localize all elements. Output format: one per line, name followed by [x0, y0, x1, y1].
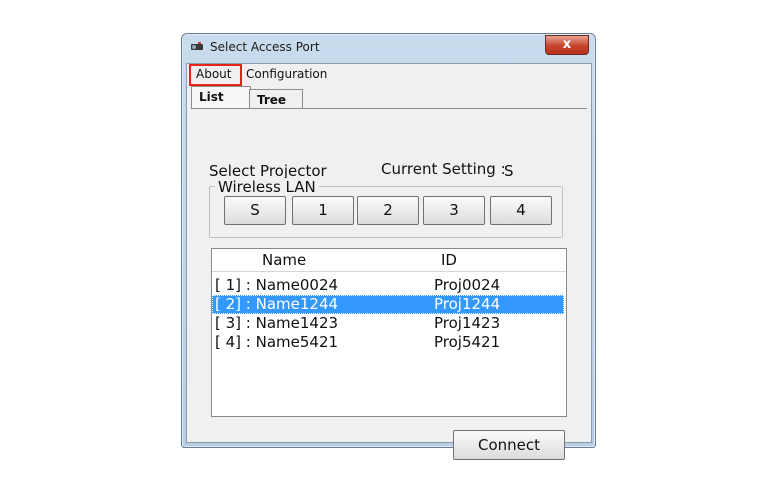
tab-list[interactable]: List: [191, 86, 251, 109]
connect-button[interactable]: Connect: [453, 430, 565, 460]
tab-list-label: List: [199, 90, 224, 104]
row-name: [ 3] : Name1423: [215, 314, 339, 332]
select-access-port-window: Select Access Port x About Configuration…: [181, 33, 596, 460]
column-header-name[interactable]: Name: [262, 251, 306, 269]
window-title: Select Access Port: [210, 40, 320, 54]
port-button-s[interactable]: S: [224, 196, 286, 225]
client-area: About Configuration List Tree Select Pro…: [186, 63, 592, 460]
row-name: [ 4] : Name5421: [215, 333, 339, 351]
projector-icon: [191, 42, 203, 50]
row-id: Proj1423: [434, 314, 501, 332]
list-row[interactable]: [ 1] : Name0024 Proj0024: [212, 276, 564, 295]
row-name: [ 1] : Name0024: [215, 276, 339, 294]
list-row[interactable]: [ 3] : Name1423 Proj1423: [212, 314, 564, 333]
port-button-2[interactable]: 2: [357, 196, 419, 225]
port-button-3[interactable]: 3: [423, 196, 485, 225]
menu-configuration[interactable]: Configuration: [246, 67, 327, 81]
close-button[interactable]: x: [545, 35, 589, 55]
title-bar[interactable]: Select Access Port x: [182, 34, 595, 60]
row-id: Proj5421: [434, 333, 501, 351]
wireless-lan-title: Wireless LAN: [215, 178, 319, 196]
menu-bar: About Configuration: [187, 64, 591, 86]
current-setting-value: S: [504, 162, 514, 180]
about-highlight-box: [189, 64, 242, 86]
current-setting-label: Current Setting :: [381, 160, 506, 178]
tab-tree[interactable]: Tree: [249, 89, 303, 109]
port-button-4[interactable]: 4: [490, 196, 552, 225]
tab-tree-label: Tree: [257, 93, 287, 107]
list-header: Name ID: [212, 249, 566, 272]
row-name: [ 2] : Name1244: [215, 295, 339, 313]
list-row[interactable]: [ 4] : Name5421 Proj5421: [212, 333, 564, 352]
port-button-1[interactable]: 1: [292, 196, 354, 225]
list-row-selected[interactable]: [ 2] : Name1244 Proj1244: [212, 295, 564, 314]
column-header-id[interactable]: ID: [441, 251, 457, 269]
row-id: Proj1244: [434, 295, 501, 313]
row-id: Proj0024: [434, 276, 501, 294]
projector-list[interactable]: Name ID [ 1] : Name0024 Proj0024 [ 2] : …: [211, 248, 567, 417]
